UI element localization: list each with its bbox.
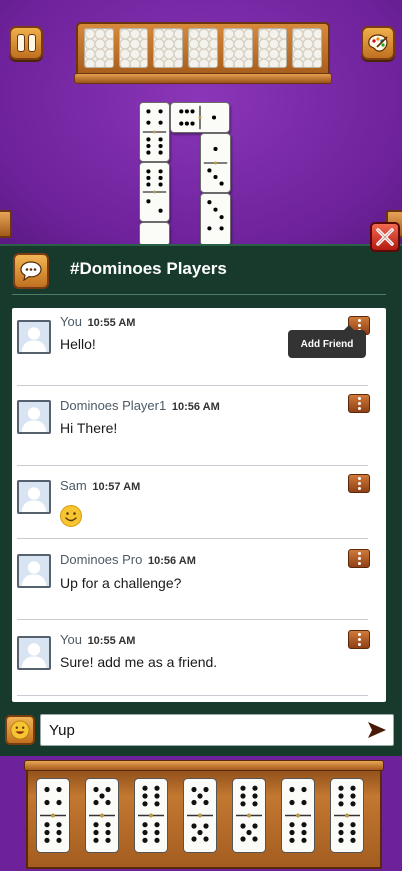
header-divider	[12, 294, 386, 295]
user-silhouette-icon	[21, 407, 47, 432]
pause-button[interactable]	[9, 26, 43, 60]
chat-message-input[interactable]	[40, 714, 394, 746]
player-domino-tile[interactable]	[134, 778, 168, 853]
list-item: Dominoes Pro 10:56 AM Up for a challenge…	[12, 539, 386, 620]
theme-button[interactable]	[361, 26, 395, 60]
user-silhouette-icon	[21, 327, 47, 352]
user-silhouette-icon	[21, 487, 47, 512]
player-rack	[24, 760, 384, 869]
message-text: Hi There!	[60, 420, 118, 436]
message-text: Up for a challenge?	[60, 575, 182, 591]
message-author: You 10:55 AM	[60, 314, 135, 329]
user-silhouette-icon	[21, 643, 47, 668]
player-area	[0, 756, 402, 871]
player-domino-tile[interactable]	[183, 778, 217, 853]
opponent-tile	[257, 28, 288, 68]
chat-header: #Dominoes Players	[0, 222, 402, 294]
opponent-tile	[222, 28, 253, 68]
player-domino-tile[interactable]	[281, 778, 315, 853]
player-domino-tile[interactable]	[232, 778, 266, 853]
message-time: 10:55 AM	[87, 317, 136, 329]
author-name: Sam	[60, 478, 87, 493]
side-rack-left	[0, 210, 12, 238]
game-board	[0, 0, 402, 246]
smiley-icon	[10, 720, 30, 740]
list-item: Dominoes Player1 10:56 AM Hi There!	[12, 386, 386, 466]
message-author: You 10:55 AM	[60, 632, 135, 647]
add-friend-tooltip[interactable]: Add Friend	[288, 325, 366, 358]
player-domino-tile[interactable]	[85, 778, 119, 853]
message-author: Dominoes Player1 10:56 AM	[60, 398, 220, 413]
message-options-button[interactable]	[348, 549, 370, 568]
opponent-tile	[188, 28, 218, 68]
opponent-tile	[292, 28, 323, 68]
list-item: You 10:55 AM Hello! Add Friend	[12, 308, 386, 386]
avatar[interactable]	[17, 480, 51, 514]
board-tile	[139, 222, 170, 246]
author-name: Dominoes Player1	[60, 398, 167, 413]
author-name: Dominoes Pro	[60, 552, 143, 567]
message-author: Sam 10:57 AM	[60, 478, 140, 493]
message-options-button[interactable]	[348, 474, 370, 493]
author-name: You	[60, 314, 82, 329]
player-domino-tile[interactable]	[330, 778, 364, 853]
player-domino-tile[interactable]	[36, 778, 70, 853]
board-tile	[170, 102, 230, 133]
message-text: Hello!	[60, 336, 96, 352]
board-tile	[139, 162, 170, 222]
message-author: Dominoes Pro 10:56 AM	[60, 552, 196, 567]
avatar[interactable]	[17, 636, 51, 670]
message-time: 10:56 AM	[148, 555, 196, 567]
chat-title: #Dominoes Players	[70, 259, 227, 278]
speech-bubble-icon	[20, 261, 42, 281]
board-tile	[200, 193, 231, 246]
close-icon	[376, 228, 394, 246]
message-time: 10:55 AM	[87, 635, 136, 647]
message-time: 10:57 AM	[92, 481, 141, 493]
avatar[interactable]	[17, 554, 51, 588]
pause-icon	[17, 35, 35, 51]
send-icon[interactable]	[367, 721, 387, 739]
author-name: You	[60, 632, 82, 647]
message-time: 10:56 AM	[171, 401, 220, 413]
opponent-tile	[84, 28, 114, 68]
chat-input-row	[0, 712, 402, 752]
list-item: You 10:55 AM Sure! add me as a friend.	[12, 620, 386, 702]
list-item: Sam 10:57 AM	[12, 466, 386, 539]
board-tile	[200, 133, 231, 193]
board-tile	[139, 102, 170, 162]
opponent-tile	[153, 28, 184, 68]
chat-button[interactable]	[13, 253, 49, 289]
chat-panel: #Dominoes Players You 10:55 AM Hello! Ad…	[0, 222, 402, 756]
avatar[interactable]	[17, 320, 51, 354]
user-silhouette-icon	[21, 561, 47, 586]
message-list[interactable]: You 10:55 AM Hello! Add Friend Dominoes …	[12, 308, 386, 702]
avatar[interactable]	[17, 400, 51, 434]
opponent-tile	[118, 28, 149, 68]
close-button[interactable]	[370, 222, 400, 252]
message-options-button[interactable]	[348, 394, 370, 413]
divider	[17, 695, 368, 696]
palette-icon	[368, 34, 388, 52]
emoji-button[interactable]	[5, 715, 35, 745]
message-text: Sure! add me as a friend.	[60, 654, 218, 670]
message-options-button[interactable]	[348, 630, 370, 649]
opponent-rack	[74, 22, 332, 84]
smiley-emoji	[60, 505, 82, 527]
